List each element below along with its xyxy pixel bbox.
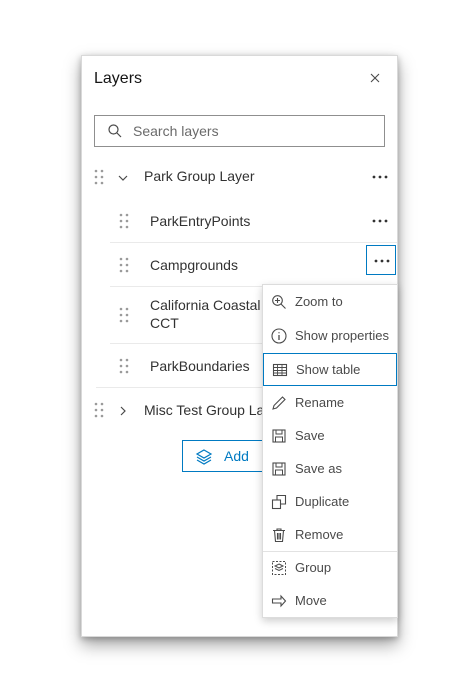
more-options-icon[interactable] xyxy=(366,245,396,275)
search-input[interactable] xyxy=(133,116,373,146)
layer-label-line1: California Coastal xyxy=(150,297,261,313)
table-icon xyxy=(272,362,288,378)
layer-label: ParkBoundaries xyxy=(150,358,250,374)
save-icon xyxy=(271,428,287,444)
drag-handle-icon[interactable] xyxy=(119,307,129,323)
menu-item-save[interactable]: Save xyxy=(263,420,397,453)
info-icon xyxy=(271,328,287,344)
menu-item-group[interactable]: Group xyxy=(263,552,397,585)
layer-label-line2: CCT xyxy=(150,315,179,331)
chevron-down-icon[interactable] xyxy=(117,171,129,183)
menu-item-duplicate[interactable]: Duplicate xyxy=(263,486,397,519)
add-button-label: Add xyxy=(224,448,249,464)
move-arrow-icon xyxy=(271,593,287,609)
chevron-right-icon[interactable] xyxy=(117,404,129,416)
group-icon xyxy=(271,560,287,576)
zoom-in-icon xyxy=(271,294,287,310)
drag-handle-icon[interactable] xyxy=(119,358,129,374)
drag-handle-icon[interactable] xyxy=(94,402,104,418)
layers-icon xyxy=(195,448,213,466)
panel-header: Layers xyxy=(82,56,397,104)
close-icon[interactable] xyxy=(367,70,383,86)
search-box xyxy=(94,115,385,147)
drag-handle-icon[interactable] xyxy=(119,257,129,273)
menu-item-save-as[interactable]: Save as xyxy=(263,453,397,486)
layer-context-menu: Zoom to Show properties Show table Renam… xyxy=(262,284,398,618)
search-icon xyxy=(107,123,123,139)
trash-icon xyxy=(271,527,287,543)
more-options-icon[interactable] xyxy=(365,162,395,192)
save-as-icon xyxy=(271,461,287,477)
drag-handle-icon[interactable] xyxy=(119,213,129,229)
panel-title: Layers xyxy=(94,70,143,87)
menu-item-zoom-to[interactable]: Zoom to xyxy=(263,286,397,319)
layer-label: ParkEntryPoints xyxy=(150,213,251,229)
menu-item-remove[interactable]: Remove xyxy=(263,519,397,552)
menu-item-show-table[interactable]: Show table xyxy=(263,353,397,386)
pencil-icon xyxy=(271,395,287,411)
more-options-icon[interactable] xyxy=(365,206,395,236)
layer-label: Park Group Layer xyxy=(144,168,255,184)
duplicate-icon xyxy=(271,494,287,510)
layer-row-campgrounds[interactable]: Campgrounds xyxy=(82,243,397,287)
menu-item-move[interactable]: Move xyxy=(263,585,397,618)
drag-handle-icon[interactable] xyxy=(94,169,104,185)
layer-row-park-entry-points[interactable]: ParkEntryPoints xyxy=(82,199,397,243)
layer-label: Campgrounds xyxy=(150,257,238,273)
menu-item-show-properties[interactable]: Show properties xyxy=(263,320,397,353)
layer-row-park-group[interactable]: Park Group Layer xyxy=(82,155,397,199)
menu-item-rename[interactable]: Rename xyxy=(263,387,397,420)
